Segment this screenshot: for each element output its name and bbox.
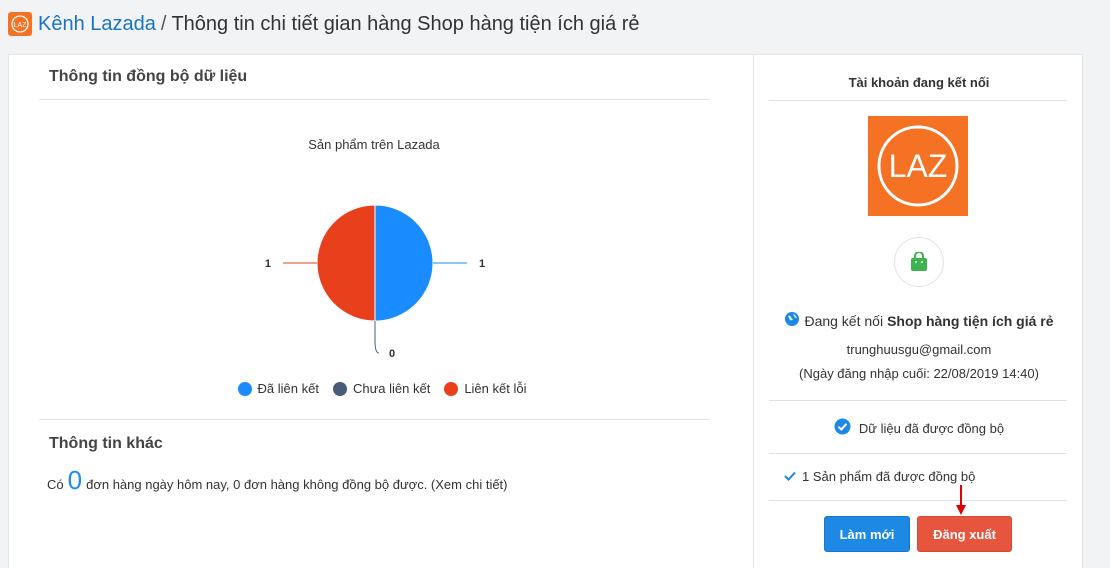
legend-label: Liên kết lỗi	[464, 381, 527, 396]
account-panel: Tài khoản đang kết nối LAZ Đang kết nối …	[753, 54, 1083, 568]
pie-slice[interactable]	[374, 204, 434, 322]
checkmark-icon	[784, 469, 796, 484]
order-prefix: Có	[47, 477, 64, 492]
pie-chart-svg: 1 0 1	[265, 204, 485, 360]
svg-text:LAZ: LAZ	[889, 148, 948, 184]
page-title: Thông tin chi tiết gian hàng Shop hàng t…	[171, 12, 640, 35]
chart-legend: Đã liên kết Chưa liên kết Liên kết lỗi	[9, 381, 755, 396]
shop-name: Shop hàng tiện ích giá rẻ	[887, 312, 1054, 329]
data-label: 1	[265, 258, 271, 270]
breadcrumb: LAZ Kênh Lazada / Thông tin chi tiết gia…	[8, 10, 640, 38]
red-arrow-icon	[956, 485, 966, 515]
svg-text:LAZ: LAZ	[14, 22, 28, 29]
data-synced-label: Dữ liệu đã được đồng bộ	[858, 420, 1005, 436]
globe-icon	[784, 311, 800, 330]
legend-dot	[444, 381, 459, 396]
divider	[39, 419, 709, 420]
divider	[769, 500, 1067, 501]
legend-dot	[237, 381, 252, 396]
data-label: 1	[479, 258, 485, 270]
order-count: 0	[67, 465, 83, 495]
shopping-bag-icon	[894, 237, 944, 287]
pie-slice[interactable]	[316, 204, 376, 322]
other-section-title: Thông tin khác	[49, 435, 163, 452]
legend-label: Đã liên kết	[257, 381, 319, 396]
refresh-button[interactable]: Làm mới	[824, 516, 910, 552]
account-title: Tài khoản đang kết nối	[848, 75, 990, 90]
connected-prefix: Đang kết nối	[804, 312, 884, 329]
legend-item-linked[interactable]: Đã liên kết	[237, 381, 319, 396]
logout-button[interactable]: Đăng xuất	[917, 516, 1012, 552]
divider	[769, 100, 1067, 101]
breadcrumb-separator: /	[160, 12, 167, 35]
leader-line	[374, 321, 380, 354]
product-pie-chart: Sản phẩm trên Lazada 101	[9, 55, 755, 475]
products-synced-status: 1 Sản phẩm đã được đồng bộ	[784, 469, 975, 484]
check-circle-icon	[834, 418, 851, 438]
order-summary: Có 0 đơn hàng ngày hôm nay, 0 đơn hàng k…	[47, 465, 508, 496]
divider	[769, 453, 1067, 454]
legend-item-unlinked[interactable]: Chưa liên kết	[332, 381, 431, 396]
account-email: trunghuusgu@gmail.com	[846, 342, 992, 357]
lazada-logo-icon: LAZ	[8, 12, 32, 36]
legend-item-error[interactable]: Liên kết lỗi	[444, 381, 526, 396]
divider	[769, 400, 1067, 401]
products-synced-label: 1 Sản phẩm đã được đồng bộ	[802, 469, 976, 484]
data-synced-status: Dữ liệu đã được đồng bộ	[754, 418, 1084, 438]
order-summary-text[interactable]: đơn hàng ngày hôm nay, 0 đơn hàng không …	[86, 477, 507, 492]
lazada-logo: LAZ	[868, 116, 968, 216]
data-label: 0	[389, 348, 395, 360]
legend-dot	[332, 381, 347, 396]
last-login: (Ngày đăng nhập cuối: 22/08/2019 14:40)	[799, 366, 1039, 381]
sync-info-panel: Thông tin đồng bộ dữ liệu Sản phẩm trên …	[8, 54, 754, 568]
connection-status: Đang kết nối Shop hàng tiện ích giá rẻ	[754, 311, 1084, 330]
legend-label: Chưa liên kết	[352, 381, 431, 396]
breadcrumb-channel-link[interactable]: Kênh Lazada	[38, 13, 156, 36]
